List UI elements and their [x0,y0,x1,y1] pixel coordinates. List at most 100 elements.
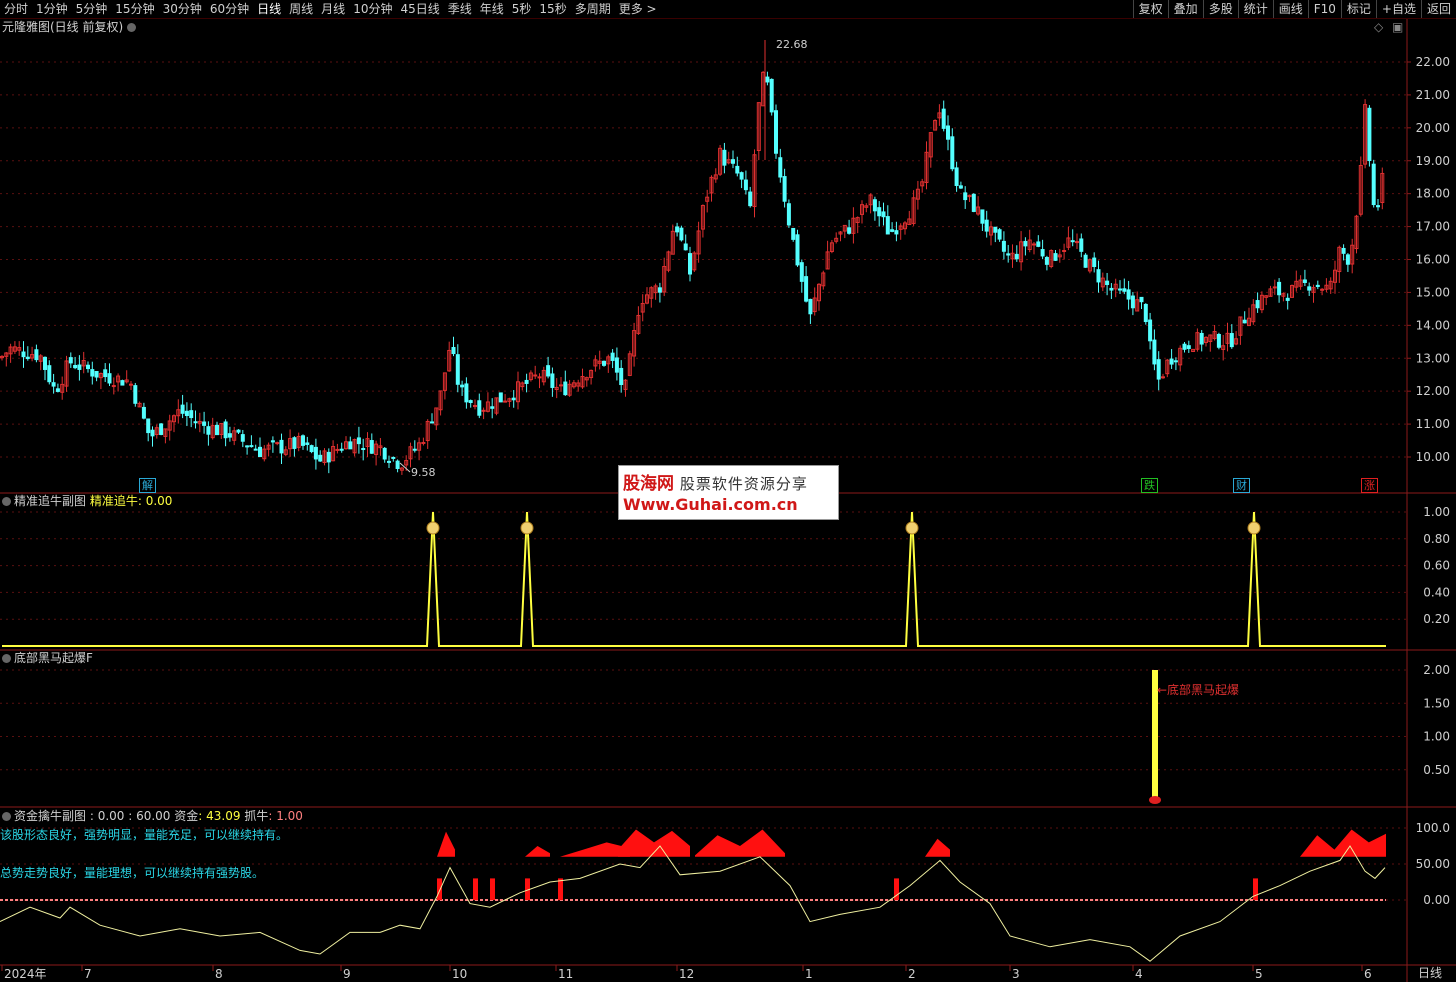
candle-body [1118,288,1122,291]
panel2-annotation: ←底部黑马起爆 [1157,683,1240,697]
candle-body [946,125,950,140]
candle-body [73,364,78,369]
candle-body [614,357,619,373]
candle-body [421,441,426,444]
timeframe-8[interactable]: 月线 [317,0,349,18]
candle-body [533,374,538,377]
panel2-tick-label: 0.50 [1423,763,1450,777]
candle-body [847,227,852,234]
price-tick-label: 14.00 [1416,318,1450,332]
period-label[interactable]: 日线 [1418,966,1442,980]
candle-body [253,448,258,451]
candle-body [305,442,310,445]
tool-5[interactable]: F10 [1307,0,1341,18]
tool-4[interactable]: 画线 [1272,0,1308,18]
candle-body [477,400,482,416]
tool-8[interactable]: 返回 [1420,0,1456,18]
timeframe-6[interactable]: 日线 [253,0,285,18]
timeframe-5[interactable]: 60分钟 [206,0,253,18]
main-chart-title: 元隆雅图(日线 前复权) [2,20,139,34]
candle-body [1122,288,1127,292]
candle-body [47,365,52,383]
chevron-down-icon[interactable] [2,497,11,506]
candle-body [1044,257,1049,265]
timeframe-4[interactable]: 30分钟 [159,0,206,18]
candle-body [51,382,56,387]
candle-body [683,243,688,251]
candle-body [1371,163,1376,206]
timeframe-0[interactable]: 分时 [0,0,32,18]
candle-body [464,383,469,403]
timeframe-2[interactable]: 5分钟 [72,0,112,18]
timeframe-16[interactable]: 更多 > [615,0,661,18]
candle-body [1040,249,1045,257]
timeframe-11[interactable]: 季线 [444,0,476,18]
panel1-tick-label: 1.00 [1423,505,1450,519]
candle-body [301,435,305,446]
candle-body [356,437,361,445]
candle-body [1083,254,1088,268]
candle-body [34,349,39,361]
tool-0[interactable]: 复权 [1132,0,1168,18]
candle-body [950,136,955,170]
candle-body [133,385,138,404]
timeframe-3[interactable]: 15分钟 [111,0,158,18]
event-tag-finance[interactable]: 财 [1233,478,1250,493]
panel3-title: 资金擒牛副图 : 0.00 : 60.00 资金: 43.09 抓牛: 1.00 [2,809,303,823]
candle-body [1161,376,1165,379]
timeframe-7[interactable]: 周线 [285,0,317,18]
candle-body [21,351,26,358]
candle-body [1272,286,1277,289]
date-label: 8 [215,967,223,981]
candle-body [43,356,47,370]
event-tag-rise[interactable]: 涨 [1361,478,1378,493]
candle-body [735,165,740,174]
window-icon[interactable]: ▣ [1392,20,1403,34]
candle-body [90,369,95,377]
tool-7[interactable]: +自选 [1375,0,1421,18]
candle-body [193,421,198,424]
timeframe-14[interactable]: 15秒 [535,0,570,18]
date-label: 4 [1135,967,1143,981]
timeframe-15[interactable]: 多周期 [571,0,615,18]
candle-body [550,373,555,388]
timeframe-9[interactable]: 10分钟 [349,0,396,18]
tool-6[interactable]: 标记 [1340,0,1376,18]
candle-body [1143,303,1148,323]
diamond-icon[interactable]: ◇ [1374,20,1383,34]
tool-1[interactable]: 叠加 [1167,0,1203,18]
candle-body [546,365,551,377]
date-label: 2 [908,967,916,981]
price-tick-label: 13.00 [1416,351,1450,365]
candle-body [778,157,783,178]
timeframe-10[interactable]: 45日线 [396,0,443,18]
candle-body [1216,333,1221,348]
tool-3[interactable]: 统计 [1237,0,1273,18]
catch-bar [1253,878,1258,900]
candle-body [77,364,82,370]
timeframe-13[interactable]: 5秒 [508,0,536,18]
money-bag-icon [520,521,534,535]
candle-body [1075,241,1079,244]
low-price-label: 9.58 [411,466,436,479]
candle-body [455,354,460,385]
candle-body [339,448,344,451]
chevron-down-icon[interactable] [127,23,137,32]
panel2-tick-label: 1.50 [1423,696,1450,710]
panel1-tick-label: 0.60 [1423,559,1450,573]
event-tag-unlock[interactable]: 解 [139,478,156,493]
candle-body [1367,107,1372,162]
chevron-down-icon[interactable] [2,812,11,821]
candle-body [1053,253,1058,261]
chevron-down-icon[interactable] [2,654,11,663]
candle-body [481,409,486,412]
candle-body [563,381,568,396]
timeframe-1[interactable]: 1分钟 [32,0,72,18]
candle-body [313,446,318,460]
candle-body [279,439,284,454]
price-tick-label: 20.00 [1416,121,1450,135]
event-tag-fall[interactable]: 跌 [1141,478,1158,493]
timeframe-12[interactable]: 年线 [476,0,508,18]
candle-body [184,410,189,416]
tool-2[interactable]: 多股 [1202,0,1238,18]
